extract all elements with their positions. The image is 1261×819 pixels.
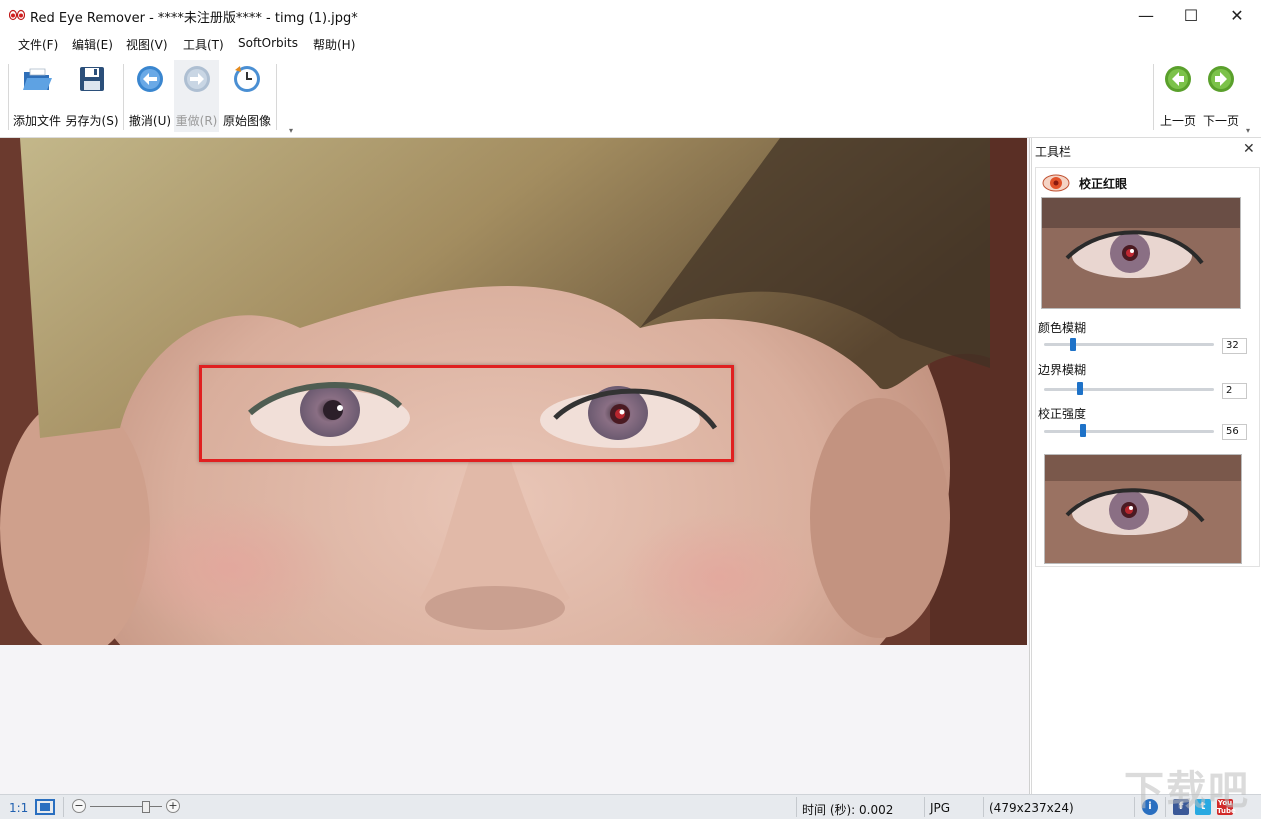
zoom-control[interactable]: − + [70,799,182,815]
menu-softorbits[interactable]: SoftOrbits [238,36,298,50]
zoom-in-button[interactable]: + [166,799,180,813]
minimize-button[interactable]: — [1123,0,1169,31]
open-folder-icon [20,62,54,96]
panel-title: 工具栏 [1035,145,1072,159]
redo-arrow-icon [180,62,214,96]
color-blur-slider-thumb[interactable] [1070,338,1076,351]
color-blur-value[interactable]: 32 [1222,338,1247,354]
previous-page-label: 上一页 [1159,114,1196,128]
maximize-button[interactable]: ☐ [1168,0,1214,31]
next-page-label: 下一页 [1202,114,1239,128]
previous-page-button[interactable]: 上一页 [1158,60,1198,132]
correction-strength-label: 校正强度 [1038,407,1087,421]
green-left-arrow-icon [1161,62,1195,96]
edge-blur-label: 边界模糊 [1038,363,1087,377]
zoom-slider-thumb[interactable] [142,801,150,813]
toolbar-grip [1153,64,1154,130]
undo-arrow-icon [133,62,167,96]
status-separator [796,797,797,817]
toolbar-grip [8,64,9,130]
menu-edit[interactable]: 编辑(E) [72,36,113,53]
edge-blur-value[interactable]: 2 [1222,383,1247,399]
status-separator [63,797,64,817]
redo-label: 重做(R) [175,114,218,128]
menu-help[interactable]: 帮助(H) [313,36,355,53]
toolbar-overflow-button[interactable]: ▾ [289,126,293,135]
toolbar-separator [123,64,124,130]
section-title: 校正红眼 [1079,177,1128,191]
image-dimensions: (479x237x24) [989,801,1074,815]
original-image-button[interactable]: 原始图像 [221,60,273,132]
status-separator [924,797,925,817]
fit-to-window-icon[interactable] [35,799,55,815]
panel-close-button[interactable]: ✕ [1243,141,1255,157]
image-canvas[interactable] [0,138,1030,794]
red-eye-selection[interactable] [199,365,734,462]
before-preview [1041,197,1241,309]
menu-tools[interactable]: 工具(T) [183,36,224,53]
menu-view[interactable]: 视图(V) [126,36,168,53]
correction-strength-slider[interactable] [1044,430,1214,433]
redo-button[interactable]: 重做(R) [174,60,219,132]
add-file-label: 添加文件 [12,114,61,128]
save-as-button[interactable]: 另存为(S) [65,60,119,132]
title-bar: Red Eye Remover - ****未注册版**** - timg (1… [0,0,1261,31]
toolbar-overflow-button[interactable]: ▾ [1246,126,1250,135]
image-format: JPG [930,801,951,815]
add-file-button[interactable]: 添加文件 [12,60,62,132]
after-preview [1044,454,1242,564]
status-separator [983,797,984,817]
red-eyes-icon [9,9,25,21]
correction-strength-value[interactable]: 56 [1222,424,1247,440]
processing-time: 时间 (秒): 0.002 [802,803,894,817]
actual-size-button[interactable]: 1:1 [9,801,28,815]
undo-button[interactable]: 撤消(U) [128,60,172,132]
edge-blur-slider[interactable] [1044,388,1214,391]
photo[interactable] [0,138,1027,645]
red-eye-icon [1042,174,1070,192]
next-page-button[interactable]: 下一页 [1201,60,1241,132]
window-title: Red Eye Remover - ****未注册版**** - timg (1… [30,11,358,26]
toolbar-separator [276,64,277,130]
green-right-arrow-icon [1204,62,1238,96]
floppy-disk-icon [75,62,109,96]
zoom-out-button[interactable]: − [72,799,86,813]
close-button[interactable]: ✕ [1214,0,1260,31]
save-as-label: 另存为(S) [65,114,119,128]
menu-bar: 文件(F) 编辑(E) 视图(V) 工具(T) SoftOrbits 帮助(H) [0,31,1261,56]
original-image-label: 原始图像 [222,114,271,128]
clock-icon [230,62,264,96]
color-blur-label: 颜色模糊 [1038,321,1087,335]
undo-label: 撤消(U) [128,114,172,128]
zoom-slider[interactable] [90,806,162,807]
toolbar: 添加文件 另存为(S) 撤消(U) 重做(R) 原始图像 ▾ 上一页 下一页 ▾ [0,56,1261,138]
watermark-logo: 下载吧 [1124,768,1250,814]
tools-panel: 工具栏 ✕ 校正红眼 颜色模糊 32 边界模糊 2 校正强度 56 [1031,138,1261,794]
menu-file[interactable]: 文件(F) [18,36,58,53]
correction-strength-slider-thumb[interactable] [1080,424,1086,437]
app-window: Red Eye Remover - ****未注册版**** - timg (1… [0,0,1261,819]
edge-blur-slider-thumb[interactable] [1077,382,1083,395]
status-bar: 1:1 − + 时间 (秒): 0.002 JPG (479x237x24) i… [0,794,1261,819]
